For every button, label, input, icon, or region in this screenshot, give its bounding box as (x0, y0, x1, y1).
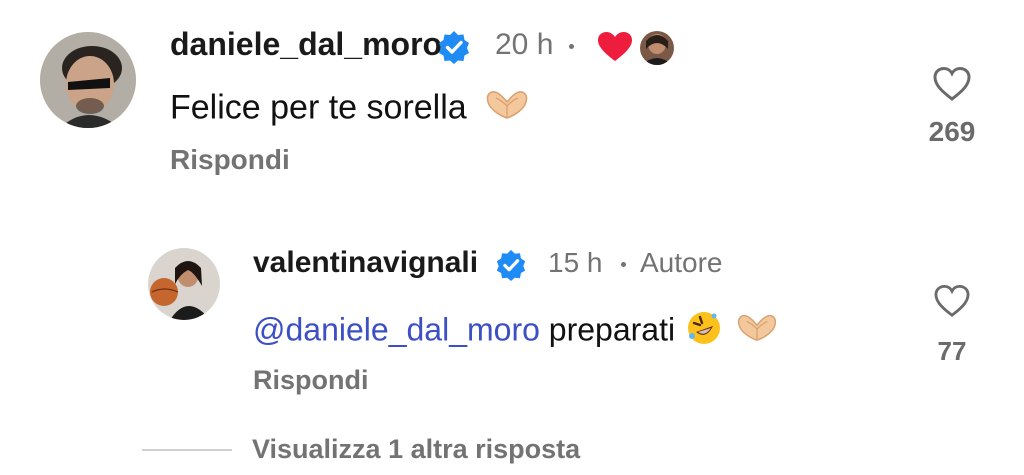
username[interactable]: valentinavignali (253, 246, 478, 280)
timestamp: 15 h (548, 247, 603, 278)
like-count: 77 (937, 336, 967, 366)
avatar[interactable] (148, 248, 220, 320)
heart-hands-emoji (735, 312, 779, 352)
separator-dot (621, 262, 626, 267)
mention-link[interactable]: @daniele_dal_moro (253, 311, 540, 347)
comment-text: @daniele_dal_moro preparati (253, 310, 779, 354)
thread-divider (142, 449, 232, 451)
like-heart-icon[interactable] (917, 284, 987, 322)
comment-valentina: valentinavignali 15 h Autore @daniele_da… (0, 0, 1024, 420)
comment-body: preparati (548, 311, 676, 348)
like-column: 77 (917, 284, 987, 367)
rolling-laughing-emoji (686, 310, 722, 354)
reply-button[interactable]: Rispondi (253, 365, 369, 396)
view-more-replies-button[interactable]: Visualizza 1 altra risposta (252, 434, 580, 465)
verified-badge-icon (494, 248, 528, 287)
author-label: Autore (640, 247, 723, 278)
